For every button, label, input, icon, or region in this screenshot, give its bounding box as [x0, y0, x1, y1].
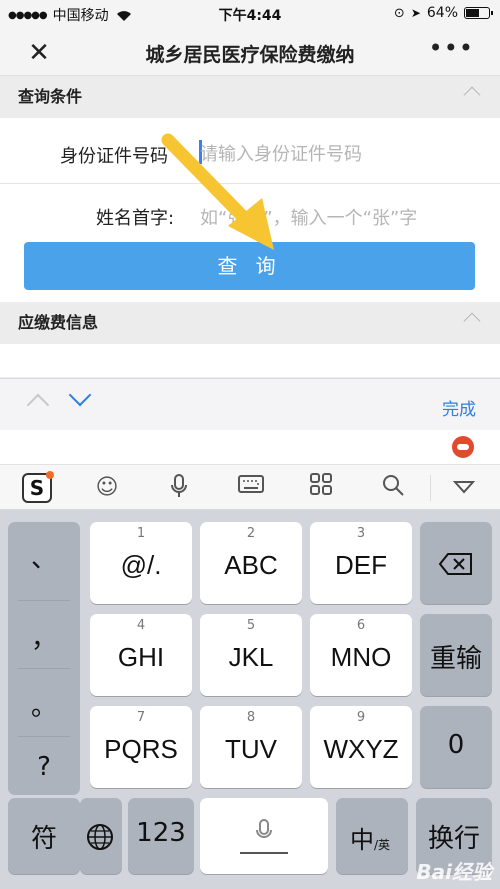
punct-key[interactable]: ，: [8, 618, 80, 655]
key-6[interactable]: 6 MNO: [310, 614, 412, 696]
search-icon[interactable]: [378, 473, 408, 503]
query-section-title: 查询条件: [18, 87, 83, 106]
collapse-caret-icon[interactable]: [463, 312, 481, 330]
fee-info-body: [0, 344, 500, 377]
key-number: 8: [246, 710, 256, 725]
key-letters: TUV: [225, 734, 277, 764]
language-switch-key[interactable]: 中 /英: [336, 798, 408, 874]
fee-section-title: 应缴费信息: [18, 313, 99, 332]
divider: [18, 668, 70, 669]
key-2[interactable]: 2 ABC: [200, 522, 302, 604]
key-letters: @/.: [120, 550, 162, 580]
punct-key[interactable]: 。: [8, 686, 80, 723]
query-section-header[interactable]: 查询条件: [0, 77, 500, 117]
key-number: 5: [246, 618, 256, 633]
key-letters: PQRS: [104, 734, 178, 764]
keyboard-toolbar: S ☺: [0, 464, 500, 510]
key-5[interactable]: 5 JKL: [200, 614, 302, 696]
lang-main-label: 中: [350, 826, 374, 854]
divider: [18, 600, 70, 601]
key-number: 1: [136, 526, 146, 541]
status-bar: ●●●●● 中国移动 下午4:44 ⊙ ➤ 64%: [0, 0, 500, 28]
zero-key[interactable]: 0: [420, 706, 492, 788]
key-number: 4: [136, 618, 146, 633]
fee-section-header[interactable]: 应缴费信息: [0, 303, 500, 343]
key-9[interactable]: 9 WXYZ: [310, 706, 412, 788]
id-number-input[interactable]: 请输入身份证件号码: [200, 140, 362, 166]
key-number: 2: [246, 526, 256, 541]
mascot-icon[interactable]: [452, 436, 474, 458]
collapse-caret-icon[interactable]: [463, 86, 481, 104]
watermark: Bai经验: [416, 860, 492, 884]
query-form: 身份证件号码 请输入身份证件号码 姓名首字: 如“张三”，输入一个“张”字 查 …: [0, 118, 500, 302]
key-letters: ABC: [224, 550, 278, 580]
query-button[interactable]: 查 询: [24, 242, 475, 290]
key-number: 3: [356, 526, 366, 541]
punct-key[interactable]: 、: [8, 538, 80, 575]
t9-keyboard: 、 ， 。 ? 1 @/. 2 ABC 3 DEF 4 GHI 5 JKL 6 …: [0, 510, 500, 889]
key-letters: WXYZ: [323, 734, 399, 764]
toolbar-divider: [430, 475, 431, 501]
microphone-icon[interactable]: [164, 473, 194, 503]
key-letters: DEF: [335, 550, 387, 580]
key-8[interactable]: 8 TUV: [200, 706, 302, 788]
globe-icon: [87, 824, 113, 850]
symbols-label: 符: [30, 824, 57, 854]
key-7[interactable]: 7 PQRS: [90, 706, 192, 788]
id-number-label: 身份证件号码: [60, 146, 168, 167]
punct-key[interactable]: ?: [8, 752, 80, 782]
notification-dot: [46, 471, 54, 479]
backspace-icon: [438, 553, 472, 575]
keyboard-accessory-bar: 完成: [0, 378, 500, 430]
key-letters: GHI: [117, 642, 165, 672]
key-letters: MNO: [330, 642, 392, 672]
space-bar-line: [240, 852, 288, 854]
microphone-icon: [256, 819, 272, 838]
name-initial-label: 姓名首字:: [96, 208, 175, 229]
page-title: 城乡居民医疗保险费缴纳: [145, 44, 355, 66]
key-letters: JKL: [228, 642, 274, 672]
name-initial-input[interactable]: 如“张三”，输入一个“张”字: [200, 204, 417, 230]
battery-percent: 64%: [426, 5, 458, 21]
punctuation-column[interactable]: 、 ， 。 ?: [8, 522, 80, 795]
retype-key[interactable]: 重输: [420, 614, 492, 696]
apps-grid-icon[interactable]: [306, 473, 336, 503]
battery-icon: [464, 7, 493, 19]
rotation-lock-icon: ⊙: [393, 5, 405, 21]
previous-field-icon[interactable]: [26, 393, 50, 417]
space-key[interactable]: [200, 798, 328, 874]
more-icon[interactable]: •••: [429, 34, 474, 62]
keyboard-icon[interactable]: [236, 473, 266, 503]
divider: [18, 736, 70, 737]
zero-label: 0: [447, 730, 465, 760]
lang-sub-label: /英: [374, 838, 391, 852]
newline-label: 换行: [427, 824, 480, 854]
key-1[interactable]: 1 @/.: [90, 522, 192, 604]
numbers-label: 123: [136, 818, 186, 848]
symbols-key[interactable]: 符: [8, 798, 80, 874]
key-4[interactable]: 4 GHI: [90, 614, 192, 696]
done-button[interactable]: 完成: [442, 395, 476, 420]
nav-bar: ✕ 城乡居民医疗保险费缴纳 •••: [0, 28, 500, 76]
backspace-key[interactable]: [420, 522, 492, 604]
id-number-row: 身份证件号码 请输入身份证件号码: [0, 118, 500, 184]
candidate-bar: [0, 430, 500, 464]
emoji-icon[interactable]: ☺: [92, 473, 122, 503]
key-number: 6: [356, 618, 366, 633]
collapse-keyboard-icon[interactable]: [449, 473, 479, 503]
globe-key[interactable]: [80, 798, 122, 874]
location-icon: ➤: [410, 6, 421, 20]
key-number: 7: [136, 710, 146, 725]
key-3[interactable]: 3 DEF: [310, 522, 412, 604]
retype-label: 重输: [429, 644, 482, 674]
next-field-icon[interactable]: [68, 383, 92, 407]
numbers-key[interactable]: 123: [128, 798, 194, 874]
key-number: 9: [356, 710, 366, 725]
